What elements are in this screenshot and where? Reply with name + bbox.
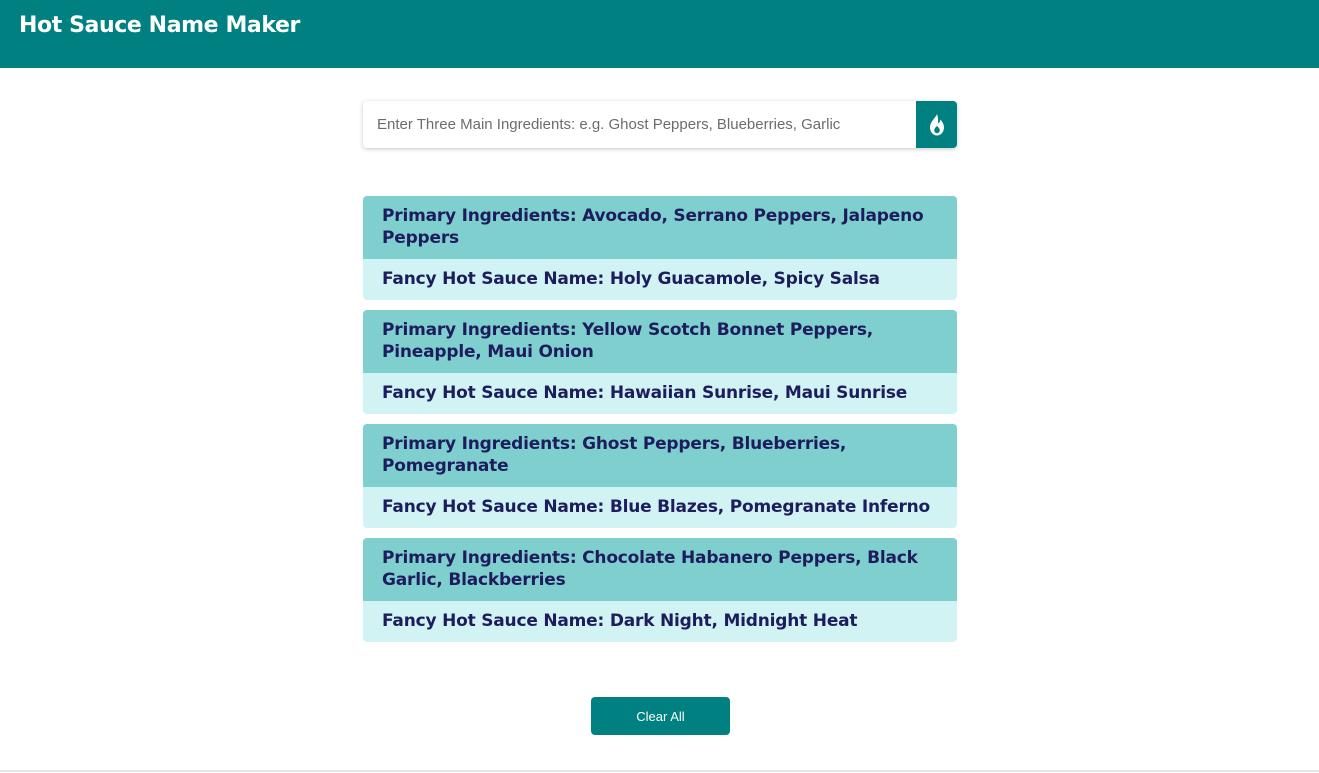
- primary-ingredients: Primary Ingredients: Chocolate Habanero …: [363, 538, 957, 601]
- app-header: Hot Sauce Name Maker: [0, 0, 1319, 68]
- results-list: Primary Ingredients: Avocado, Serrano Pe…: [363, 196, 957, 652]
- fancy-sauce-name: Fancy Hot Sauce Name: Blue Blazes, Pomeg…: [363, 487, 957, 528]
- result-card: Primary Ingredients: Ghost Peppers, Blue…: [363, 424, 957, 528]
- fancy-sauce-name: Fancy Hot Sauce Name: Holy Guacamole, Sp…: [363, 259, 957, 300]
- result-card: Primary Ingredients: Avocado, Serrano Pe…: [363, 196, 957, 300]
- primary-ingredients: Primary Ingredients: Avocado, Serrano Pe…: [363, 196, 957, 259]
- generate-name-button[interactable]: [916, 101, 957, 148]
- flame-icon: [929, 113, 944, 135]
- result-card: Primary Ingredients: Chocolate Habanero …: [363, 538, 957, 642]
- ingredients-input[interactable]: [363, 101, 916, 148]
- ingredient-search-box: [363, 101, 957, 148]
- result-card: Primary Ingredients: Yellow Scotch Bonne…: [363, 310, 957, 414]
- primary-ingredients: Primary Ingredients: Yellow Scotch Bonne…: [363, 310, 957, 373]
- fancy-sauce-name: Fancy Hot Sauce Name: Hawaiian Sunrise, …: [363, 373, 957, 414]
- fancy-sauce-name: Fancy Hot Sauce Name: Dark Night, Midnig…: [363, 601, 957, 642]
- primary-ingredients: Primary Ingredients: Ghost Peppers, Blue…: [363, 424, 957, 487]
- app-title: Hot Sauce Name Maker: [19, 13, 300, 38]
- page-bottom-divider: [0, 770, 1319, 772]
- clear-all-button[interactable]: Clear All: [591, 697, 730, 735]
